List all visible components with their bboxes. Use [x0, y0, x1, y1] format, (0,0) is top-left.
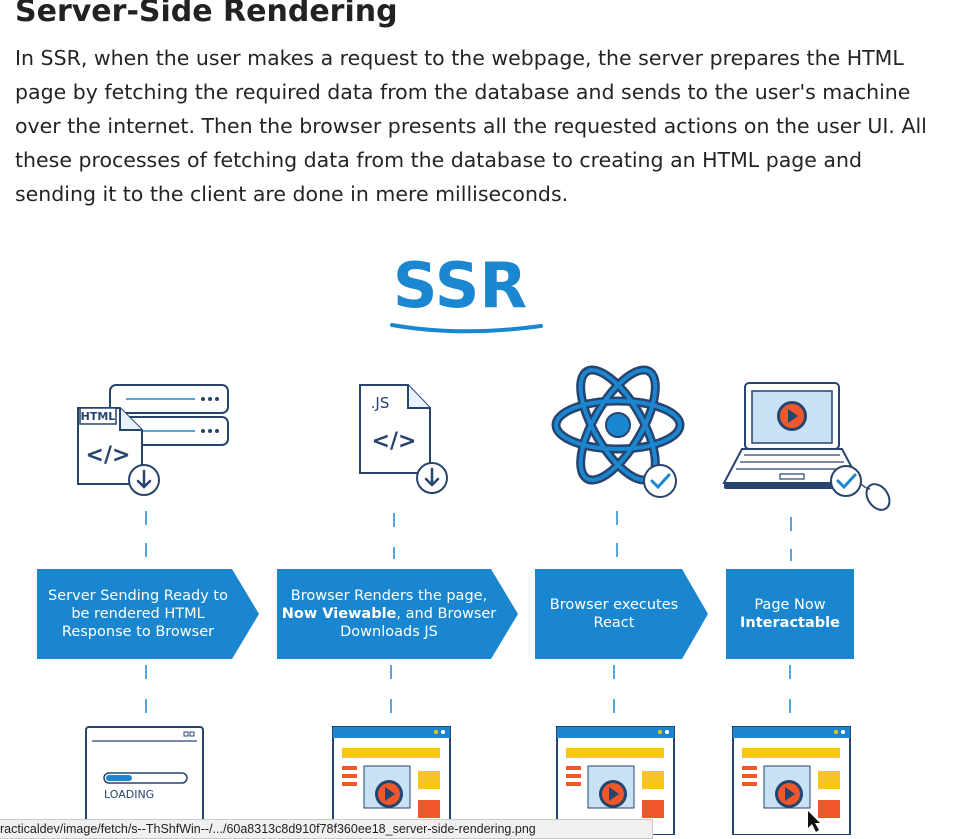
laptop-play-icon: [722, 382, 891, 511]
browser-status-bar-url: racticaldev/image/fetch/s--ThShfWin--/..…: [0, 819, 653, 839]
step-4-label: Page Now Interactable: [740, 597, 840, 631]
step-2-label: Browser Renders the page, Now Viewable, …: [281, 588, 497, 640]
svg-text:.JS: .JS: [371, 394, 390, 412]
article-title: Server-Side Rendering: [15, 0, 398, 29]
html-server-icon: HTML </>: [77, 384, 229, 496]
svg-text:</>: </>: [86, 443, 131, 468]
svg-text:</>: </>: [372, 429, 417, 454]
step-1-label: Server Sending Ready to be rendered HTML…: [48, 588, 228, 640]
js-file-icon: .JS </>: [359, 384, 448, 494]
rendered-page-icon-3: [732, 726, 851, 835]
ssr-diagram-image: SSR HTML </> .JS </> LOADING Server Send…: [0, 245, 969, 835]
step-3-label: Browser executes React: [549, 597, 679, 631]
article-paragraph: In SSR, when the user makes a request to…: [15, 46, 927, 206]
svg-text:HTML: HTML: [81, 410, 116, 423]
ssr-diagram: SSR HTML </> .JS </> LOADING: [37, 249, 891, 835]
react-atom-icon: [551, 365, 685, 498]
diagram-heading: SSR: [393, 249, 527, 322]
loading-screen-icon: LOADING: [85, 726, 204, 828]
heading-underline: [390, 323, 543, 334]
svg-text:LOADING: LOADING: [104, 788, 154, 801]
